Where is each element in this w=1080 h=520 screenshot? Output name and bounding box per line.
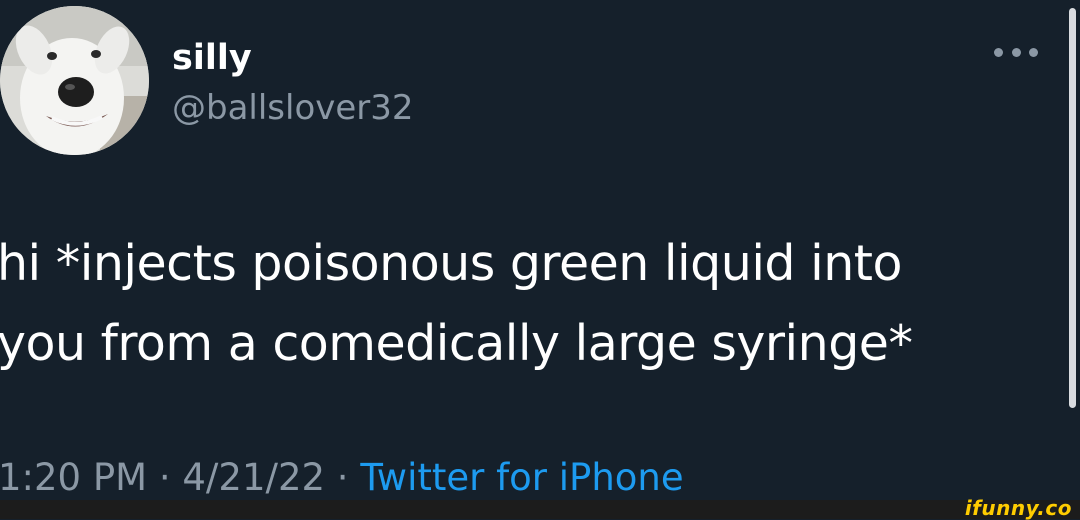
tweet-text-line-1: hi *injects poisonous green liquid into: [0, 235, 902, 292]
tweet-date[interactable]: 4/21/22: [182, 456, 325, 499]
meta-separator: ·: [147, 456, 183, 499]
tweet-meta: 1:20 PM · 4/21/22 · Twitter for iPhone: [0, 452, 684, 504]
ifunny-watermark: ifunny.co: [964, 496, 1072, 520]
watermark-bar: ifunny.co: [0, 496, 1080, 520]
scrollbar[interactable]: [1069, 8, 1076, 408]
tweet-text: hi *injects poisonous green liquid into y…: [0, 224, 1067, 384]
more-dot: [1011, 47, 1021, 57]
tweet-source-link[interactable]: Twitter for iPhone: [360, 456, 683, 499]
meta-separator: ·: [325, 456, 361, 499]
user-handle[interactable]: @ballslover32: [172, 86, 414, 130]
avatar[interactable]: [0, 6, 149, 155]
more-options-icon[interactable]: [994, 40, 1038, 64]
tweet-time[interactable]: 1:20 PM: [0, 456, 147, 499]
tweet-text-line-2: you from a comedically large syringe*: [0, 315, 913, 372]
more-dot: [1029, 47, 1038, 57]
more-dot: [994, 47, 1003, 57]
dog-avatar-image: [0, 6, 149, 155]
display-name[interactable]: silly: [172, 36, 252, 80]
tweet-card: silly @ballslover32 hi *injects poisonou…: [0, 0, 1080, 500]
